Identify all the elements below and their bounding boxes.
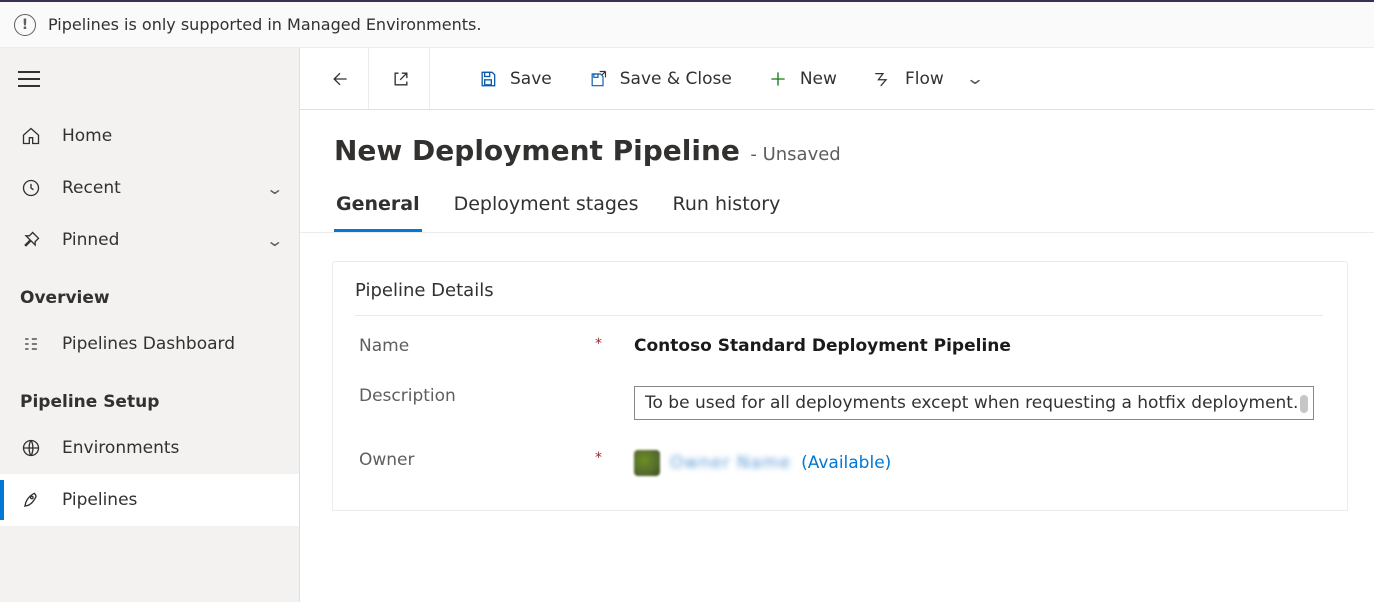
command-bar: Save Save & Close New Flow ⌄ — [300, 48, 1374, 110]
sidebar-label: Pipelines Dashboard — [62, 334, 235, 354]
chevron-down-icon: ⌄ — [965, 69, 985, 89]
sidebar-label: Pinned — [62, 230, 119, 250]
card-title: Pipeline Details — [355, 280, 1323, 316]
hamburger-button[interactable] — [0, 48, 299, 110]
sidebar-section-overview: Overview — [0, 266, 299, 318]
owner-link[interactable]: Owner Name — [670, 453, 791, 473]
clock-icon — [20, 178, 42, 198]
dashboard-icon — [20, 334, 42, 354]
field-owner-row: Owner * Owner Name (Available) — [355, 430, 1323, 486]
pin-icon — [20, 230, 42, 250]
owner-label: Owner — [359, 450, 415, 470]
field-name-row: Name * Contoso Standard Deployment Pipel… — [355, 316, 1323, 366]
save-close-label: Save & Close — [620, 69, 732, 89]
name-field[interactable]: Contoso Standard Deployment Pipeline — [634, 336, 1011, 356]
tab-general[interactable]: General — [334, 193, 422, 232]
description-field[interactable]: To be used for all deployments except wh… — [634, 386, 1314, 420]
info-icon: ! — [14, 14, 36, 36]
arrow-left-icon — [330, 69, 350, 89]
description-value: To be used for all deployments except wh… — [645, 393, 1298, 413]
rocket-icon — [20, 490, 42, 510]
main-content: Save Save & Close New Flow ⌄ — [300, 48, 1374, 602]
flow-button[interactable]: Flow ⌄ — [857, 48, 998, 109]
save-close-button[interactable]: Save & Close — [572, 48, 748, 109]
save-label: Save — [510, 69, 552, 89]
sidebar-item-home[interactable]: Home — [0, 110, 299, 162]
save-close-icon — [588, 69, 608, 89]
page-title: New Deployment Pipeline — [334, 134, 740, 167]
description-label: Description — [359, 386, 456, 406]
pipeline-details-card: Pipeline Details Name * Contoso Standard… — [332, 261, 1348, 511]
flow-label: Flow — [905, 69, 944, 89]
required-indicator: * — [595, 450, 602, 466]
tab-run-history[interactable]: Run history — [671, 193, 783, 232]
new-button[interactable]: New — [752, 48, 853, 109]
flow-icon — [873, 69, 893, 89]
sidebar-item-pinned[interactable]: Pinned ⌄ — [0, 214, 299, 266]
plus-icon — [768, 69, 788, 89]
sidebar: Home Recent ⌄ Pinned ⌄ Overview Pipeline… — [0, 48, 300, 602]
notification-bar: ! Pipelines is only supported in Managed… — [0, 0, 1374, 48]
scrollbar[interactable] — [1300, 393, 1310, 413]
sidebar-label: Home — [62, 126, 112, 146]
sidebar-item-pipelines[interactable]: Pipelines — [0, 474, 299, 526]
sidebar-section-setup: Pipeline Setup — [0, 370, 299, 422]
popout-icon — [391, 69, 411, 89]
chevron-down-icon: ⌄ — [265, 179, 284, 198]
tab-list: General Deployment stages Run history — [300, 179, 1374, 233]
notification-text: Pipelines is only supported in Managed E… — [48, 15, 481, 34]
sidebar-item-recent[interactable]: Recent ⌄ — [0, 162, 299, 214]
avatar — [634, 450, 660, 476]
home-icon — [20, 126, 42, 146]
save-icon — [478, 69, 498, 89]
chevron-down-icon: ⌄ — [265, 231, 284, 250]
hamburger-icon — [18, 71, 40, 87]
tab-deployment-stages[interactable]: Deployment stages — [452, 193, 641, 232]
sidebar-label: Recent — [62, 178, 121, 198]
name-label: Name — [359, 336, 409, 356]
sidebar-label: Environments — [62, 438, 179, 458]
globe-icon — [20, 438, 42, 458]
sidebar-item-environments[interactable]: Environments — [0, 422, 299, 474]
new-label: New — [800, 69, 837, 89]
back-button[interactable] — [312, 48, 369, 109]
sidebar-item-dashboard[interactable]: Pipelines Dashboard — [0, 318, 299, 370]
owner-status: (Available) — [801, 453, 891, 473]
sidebar-label: Pipelines — [62, 490, 137, 510]
required-indicator: * — [595, 336, 602, 352]
page-subtitle: - Unsaved — [750, 144, 840, 165]
popout-button[interactable] — [373, 48, 430, 109]
field-description-row: Description * To be used for all deploym… — [355, 366, 1323, 430]
save-button[interactable]: Save — [462, 48, 568, 109]
